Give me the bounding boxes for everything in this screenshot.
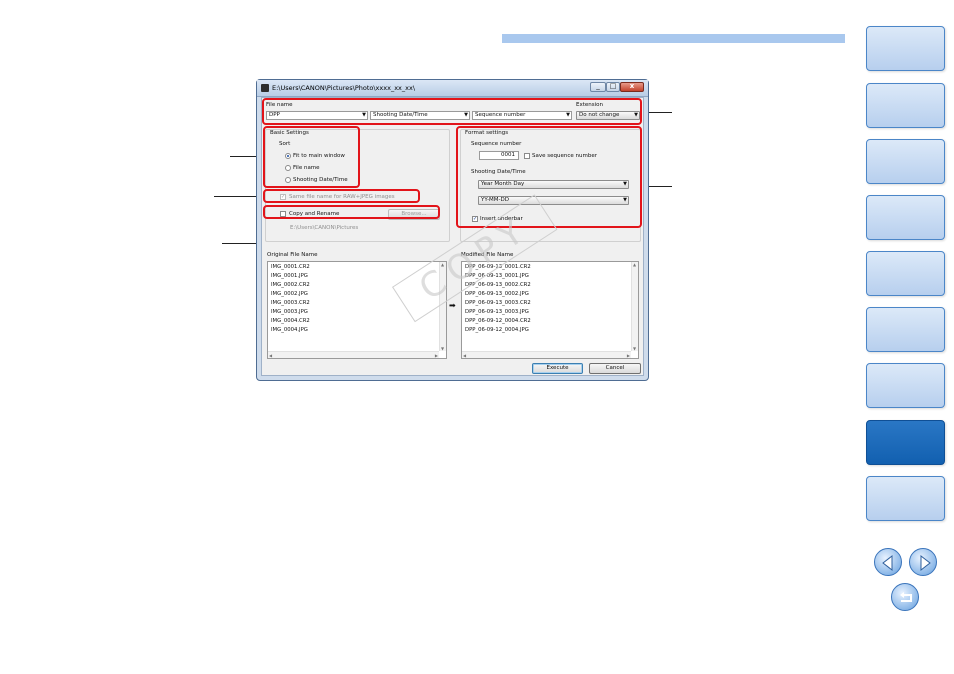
scroll-right-icon[interactable]: ▶ xyxy=(435,353,438,358)
side-tab-4[interactable] xyxy=(866,195,945,240)
right-arrow-icon: ➡ xyxy=(449,301,456,310)
close-button[interactable]: x xyxy=(620,82,644,92)
destination-path: E:\Users\CANON\Pictures xyxy=(290,225,359,231)
scroll-left-icon[interactable]: ◀ xyxy=(463,353,466,358)
original-file-name-label: Original File Name xyxy=(267,252,318,258)
scroll-right-icon[interactable]: ▶ xyxy=(627,353,630,358)
list-item[interactable]: IMG_0002.JPG xyxy=(271,291,308,297)
list-item[interactable]: IMG_0003.JPG xyxy=(271,309,308,315)
side-tab-3[interactable] xyxy=(866,139,945,184)
list-item[interactable]: IMG_0003.CR2 xyxy=(271,300,310,306)
maximize-button[interactable]: □ xyxy=(606,82,620,92)
scroll-down-icon[interactable]: ▼ xyxy=(633,346,636,351)
next-page-button[interactable] xyxy=(909,548,937,576)
list-item[interactable]: DPP_06-09-13_0003.JPG xyxy=(465,309,529,315)
minimize-button[interactable]: _ xyxy=(590,82,606,92)
cancel-button[interactable]: Cancel xyxy=(589,363,641,374)
list-item[interactable]: DPP_06-09-13_0003.CR2 xyxy=(465,300,531,306)
callout-file-name-row xyxy=(262,98,642,125)
list-item[interactable]: IMG_0004.CR2 xyxy=(271,318,310,324)
app-icon xyxy=(261,84,269,92)
execute-button[interactable]: Execute xyxy=(532,363,583,374)
callout-basic-settings xyxy=(263,126,360,188)
list-item[interactable]: DPP_06-09-12_0004.CR2 xyxy=(465,318,531,324)
scroll-down-icon[interactable]: ▼ xyxy=(441,346,444,351)
scroll-left-icon[interactable]: ◀ xyxy=(269,353,272,358)
side-tab-6[interactable] xyxy=(866,307,945,352)
title-bar[interactable]: E:\Users\CANON\Pictures\Photo\xxxx_xx_xx… xyxy=(257,80,648,97)
list-item[interactable]: IMG_0001.CR2 xyxy=(271,264,310,270)
list-item[interactable]: IMG_0001.JPG xyxy=(271,273,308,279)
callout-format-settings xyxy=(456,126,642,228)
list-item[interactable]: DPP_06-09-12_0004.JPG xyxy=(465,327,529,333)
scroll-up-icon[interactable]: ▲ xyxy=(633,262,636,267)
list-item[interactable]: IMG_0002.CR2 xyxy=(271,282,310,288)
side-tab-7[interactable] xyxy=(866,363,945,408)
callout-copy-rename xyxy=(263,205,440,219)
side-tab-5[interactable] xyxy=(866,251,945,296)
horizontal-scrollbar[interactable]: ◀ ▶ xyxy=(268,351,439,358)
side-tab-1[interactable] xyxy=(866,26,945,71)
left-arrow-icon xyxy=(882,554,893,572)
side-tab-9[interactable] xyxy=(866,476,945,521)
vertical-scrollbar[interactable]: ▲ ▼ xyxy=(631,262,638,351)
return-button[interactable] xyxy=(891,583,919,611)
prev-page-button[interactable] xyxy=(874,548,902,576)
side-tab-8-active[interactable] xyxy=(866,420,945,465)
callout-same-name xyxy=(263,189,420,203)
modified-file-list[interactable]: DPP_06-09-13_0001.CR2 DPP_06-09-13_0001.… xyxy=(461,261,639,359)
list-item[interactable]: DPP_06-09-13_0002.JPG xyxy=(465,291,529,297)
return-icon xyxy=(900,592,912,602)
horizontal-scrollbar[interactable]: ◀ ▶ xyxy=(462,351,631,358)
list-item[interactable]: IMG_0004.JPG xyxy=(271,327,308,333)
right-arrow-icon xyxy=(920,554,931,572)
window-title: E:\Users\CANON\Pictures\Photo\xxxx_xx_xx… xyxy=(272,84,416,92)
header-accent-bar xyxy=(502,34,845,43)
side-tab-2[interactable] xyxy=(866,83,945,128)
